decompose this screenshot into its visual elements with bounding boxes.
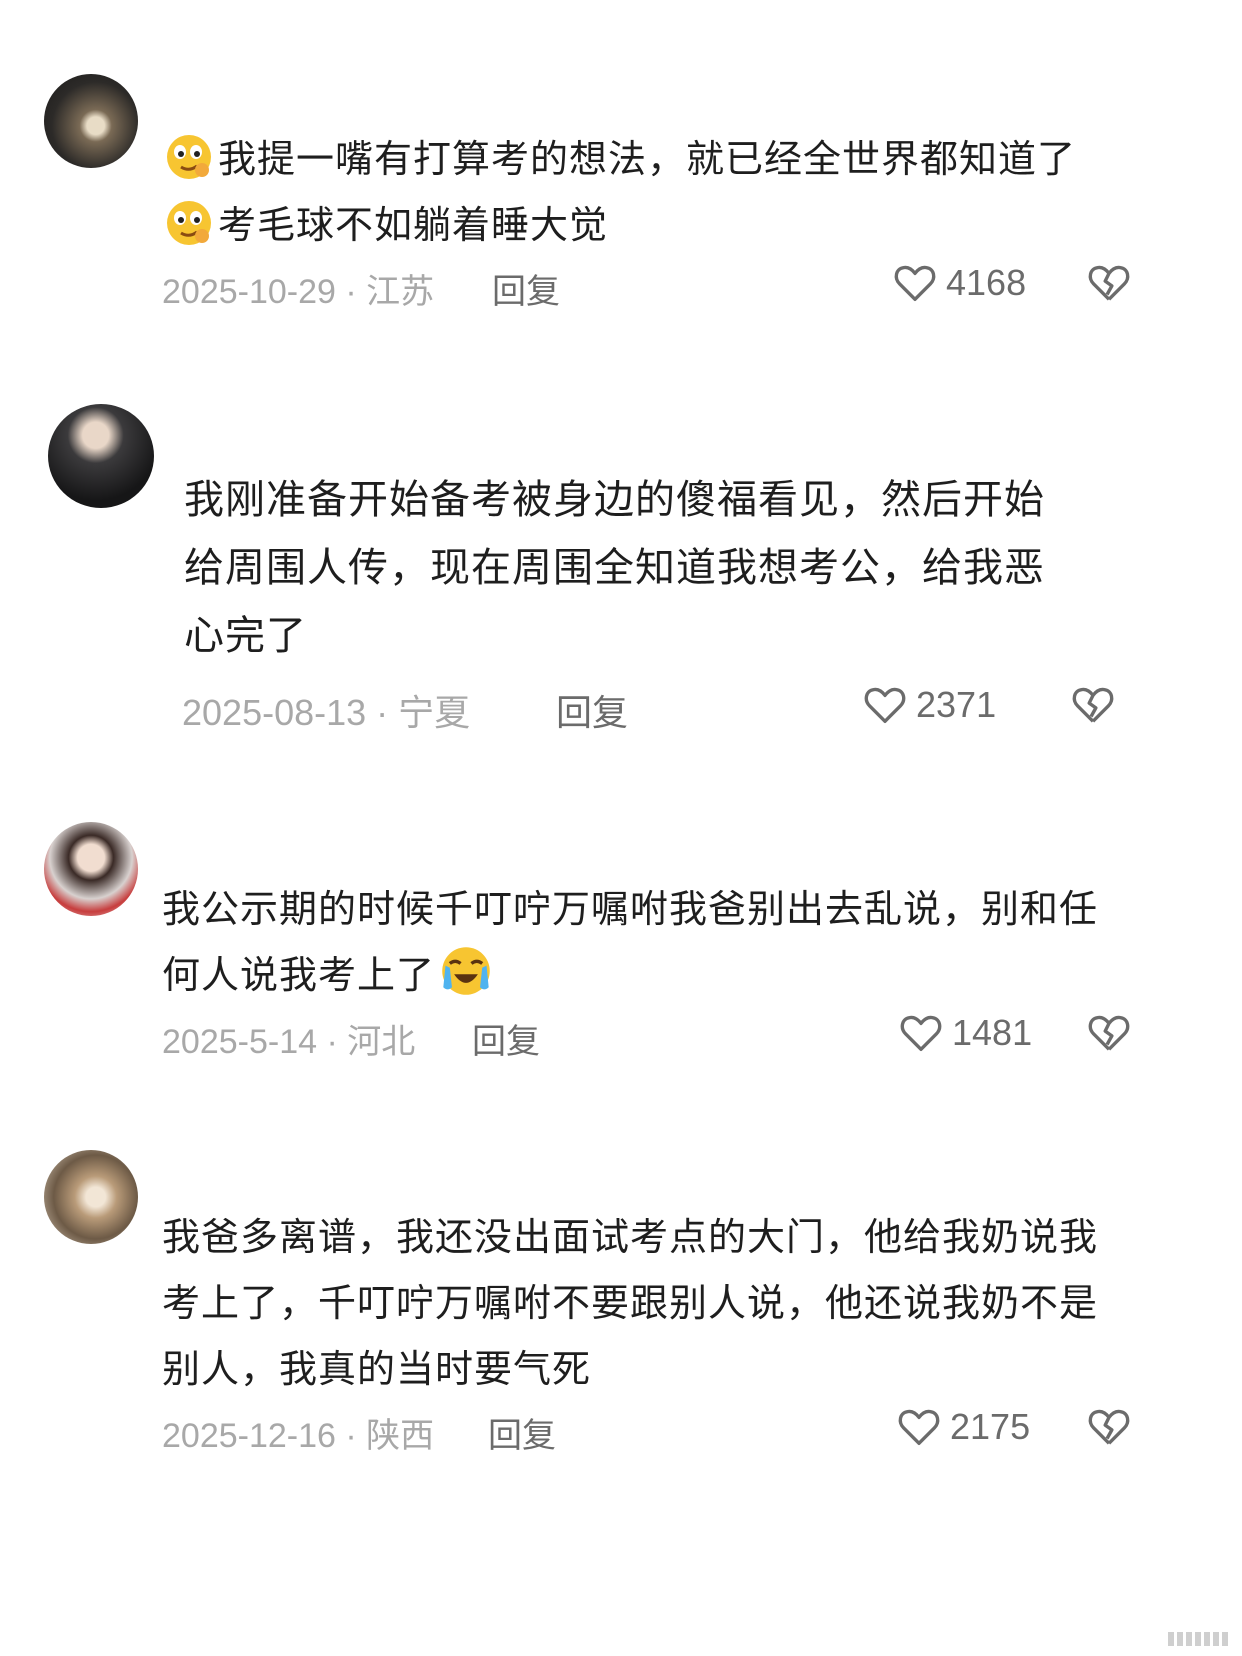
comment-meta: 2025-10-29 · 江苏	[162, 273, 435, 311]
like-count: 2175	[950, 1406, 1031, 1447]
comment-meta: 2025-08-13 · 宁夏	[182, 692, 471, 733]
dislike-button[interactable]	[1086, 1010, 1132, 1056]
heart-icon	[900, 1015, 942, 1051]
comment-date: 2025-10-29	[162, 273, 336, 311]
smirk-emoji-icon	[164, 132, 214, 182]
comment-line: 别人，我真的当时要气死	[162, 1347, 592, 1391]
comment-line: 何人说我考上了	[162, 953, 436, 997]
broken-heart-icon	[1088, 1015, 1130, 1051]
comment-line: 考毛球不如躺着睡大觉	[218, 203, 609, 247]
avatar[interactable]	[44, 1150, 138, 1244]
heart-icon	[864, 687, 906, 723]
heart-icon	[898, 1409, 940, 1445]
watermark-bars-icon	[1168, 1632, 1228, 1646]
comment-location: 宁夏	[398, 692, 471, 733]
comment-meta: 2025-12-16 · 陕西	[162, 1417, 435, 1455]
avatar[interactable]	[44, 74, 138, 168]
comment-location: 河北	[347, 1023, 416, 1061]
comment-text: 我公示期的时候千叮咛万嘱咐我爸别出去乱说，别和任 何人说我考上了	[162, 876, 1192, 1008]
broken-heart-icon	[1088, 1409, 1130, 1445]
comment-location: 陕西	[366, 1417, 435, 1455]
like-button[interactable]: 2175	[896, 1404, 1030, 1450]
reply-button[interactable]: 回复	[556, 684, 628, 736]
dislike-button[interactable]	[1086, 1404, 1132, 1450]
broken-heart-icon	[1072, 687, 1114, 723]
like-count: 4168	[946, 262, 1027, 303]
comment-line: 我刚准备开始备考被身边的傻福看见，然后开始	[184, 477, 1045, 523]
comment-line: 我爸多离谱，我还没出面试考点的大门，他给我奶说我	[162, 1215, 1099, 1259]
like-button[interactable]: 1481	[898, 1010, 1032, 1056]
avatar[interactable]	[44, 822, 138, 916]
comment-line: 考上了，千叮咛万嘱咐不要跟别人说，他还说我奶不是	[162, 1281, 1099, 1325]
dislike-button[interactable]	[1070, 682, 1116, 728]
comment-date: 2025-08-13	[182, 692, 367, 733]
comment-line: 心完了	[184, 613, 307, 659]
smirk-emoji-icon	[164, 198, 214, 248]
broken-heart-icon	[1088, 265, 1130, 301]
comment-meta: 2025-5-14 · 河北	[162, 1023, 416, 1061]
comment-line: 我提一嘴有打算考的想法，就已经全世界都知道了	[218, 137, 1077, 181]
dislike-button[interactable]	[1086, 260, 1132, 306]
reply-button[interactable]: 回复	[488, 1408, 556, 1457]
comment-location: 江苏	[366, 273, 435, 311]
comment-date: 2025-12-16	[162, 1417, 336, 1455]
comment-line: 我公示期的时候千叮咛万嘱咐我爸别出去乱说，别和任	[162, 887, 1099, 931]
like-count: 1481	[952, 1012, 1033, 1053]
comment-text: 我提一嘴有打算考的想法，就已经全世界都知道了 考毛球不如躺着睡大觉	[164, 126, 1184, 258]
comment-date: 2025-5-14	[162, 1023, 318, 1061]
heart-icon	[894, 265, 936, 301]
comment-text: 我爸多离谱，我还没出面试考点的大门，他给我奶说我 考上了，千叮咛万嘱咐不要跟别人…	[162, 1204, 1192, 1402]
reply-button[interactable]: 回复	[492, 264, 560, 313]
comment-line: 给周围人传，现在周围全知道我想考公，给我恶	[184, 545, 1045, 591]
avatar[interactable]	[48, 404, 154, 508]
like-button[interactable]: 4168	[892, 260, 1026, 306]
like-button[interactable]: 2371	[862, 682, 996, 728]
crying-emoji-icon	[439, 944, 493, 998]
reply-button[interactable]: 回复	[472, 1014, 540, 1063]
comment-text: 我刚准备开始备考被身边的傻福看见，然后开始 给周围人传，现在周围全知道我想考公，…	[184, 466, 1204, 670]
like-count: 2371	[916, 684, 997, 725]
